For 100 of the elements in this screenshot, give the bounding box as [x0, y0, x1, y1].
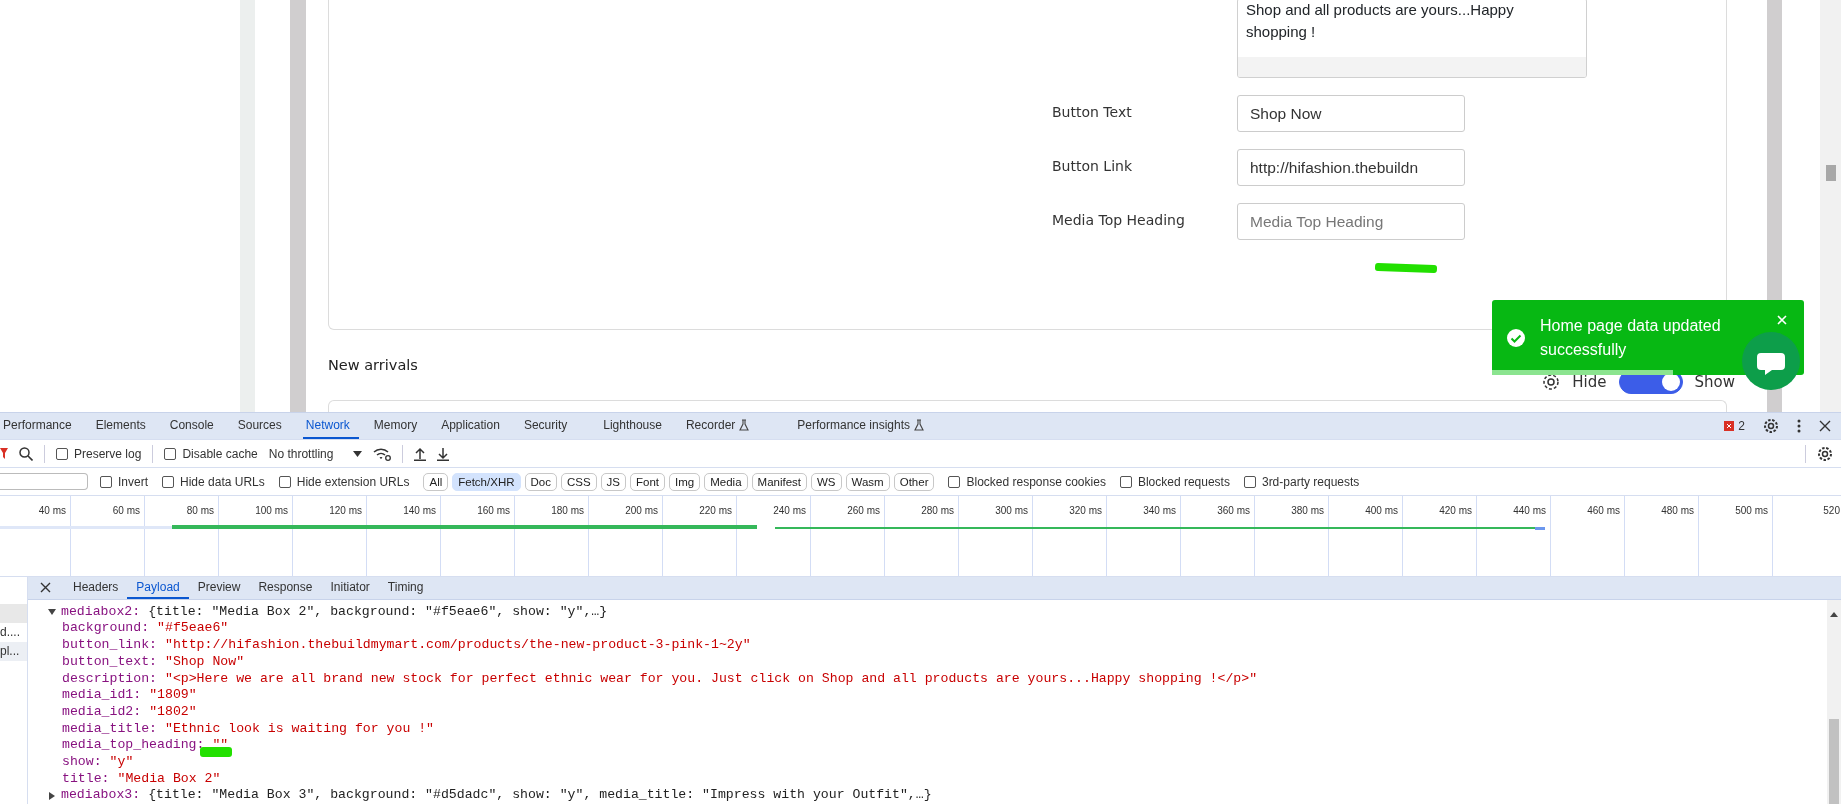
flask-icon[interactable]	[914, 419, 925, 431]
checkbox[interactable]: Invert	[100, 474, 148, 489]
type-filter-chip[interactable]: JS	[600, 472, 627, 491]
tick-label: 520	[1823, 505, 1840, 516]
type-filter-chip[interactable]: All	[423, 472, 449, 491]
checkbox[interactable]: Hide extension URLs	[278, 474, 410, 489]
checkbox[interactable]: Preserve log	[56, 446, 142, 461]
type-filter-chip[interactable]: Other	[893, 472, 935, 491]
type-filter-chip[interactable]: Media	[704, 472, 748, 491]
type-filter-chip[interactable]: Wasm	[845, 472, 890, 491]
request-row[interactable]: d....	[0, 623, 27, 642]
tick-label: 340 ms	[1143, 505, 1176, 516]
property-key: media_top_heading:	[62, 737, 205, 754]
text-field[interactable]: http://hifashion.thebuildn	[1237, 149, 1465, 186]
more-menu-icon[interactable]	[1797, 419, 1801, 433]
throttling-dropdown[interactable]: No throttling	[268, 446, 363, 461]
detail-tab[interactable]: Headers	[64, 577, 128, 599]
panel-tab[interactable]: Performance insights	[794, 413, 934, 439]
panel-tab[interactable]: Lighthouse	[600, 413, 671, 439]
checkbox[interactable]: Hide data URLs	[162, 474, 265, 489]
type-filter-chip[interactable]: CSS	[560, 472, 597, 491]
text-field[interactable]: Media Top Heading	[1237, 203, 1465, 240]
text-field[interactable]: Shop Now	[1237, 95, 1465, 132]
detail-tab[interactable]: Response	[249, 577, 322, 599]
type-filter-chip[interactable]: Manifest	[751, 472, 807, 491]
property-key: media_id1:	[62, 687, 142, 704]
expand-caret-icon[interactable]	[48, 791, 56, 800]
tick-label: 100 ms	[255, 505, 288, 516]
request-row[interactable]: pl...	[0, 642, 27, 661]
type-filter-chip[interactable]: WS	[811, 472, 842, 491]
toggle-label: Show	[1694, 373, 1735, 391]
field-label: Button Link	[1052, 157, 1133, 176]
panel-tab[interactable]: Security	[520, 413, 577, 439]
panel-tab[interactable]: Network	[302, 413, 359, 439]
network-conditions-icon[interactable]	[373, 446, 392, 461]
panel-tab[interactable]: Elements	[92, 413, 155, 439]
flask-icon[interactable]	[739, 419, 750, 431]
panel-tab[interactable]: Console	[166, 413, 223, 439]
description-field[interactable]: Shop and all products are yours...Happy shopping !	[1237, 0, 1587, 78]
settings-icon[interactable]	[1817, 445, 1833, 462]
check-circle-icon[interactable]	[1506, 327, 1526, 348]
panel-tab[interactable]: Memory	[370, 413, 427, 439]
settings-icon[interactable]	[1763, 418, 1779, 434]
property-value: "Shop Now"	[164, 653, 245, 671]
tick-label: 220 ms	[699, 505, 732, 516]
scrollbar[interactable]	[290, 0, 306, 412]
tick-label: 500 ms	[1735, 505, 1768, 516]
panel-tab[interactable]: Recorder	[682, 413, 759, 439]
tick-label: 120 ms	[329, 505, 362, 516]
detail-tab[interactable]: Preview	[188, 577, 250, 599]
scroll-up-icon[interactable]	[1830, 611, 1838, 617]
property-value: "1802"	[149, 703, 197, 721]
tick-label: 320 ms	[1069, 505, 1102, 516]
detail-tab[interactable]: Initiator	[321, 577, 379, 599]
filter-field[interactable]	[0, 473, 88, 490]
toggle-label: Hide	[1572, 373, 1607, 391]
download-icon[interactable]	[437, 446, 450, 461]
property-value: "#f5eae6"	[157, 620, 229, 638]
tick-label: 300 ms	[995, 505, 1028, 516]
field-label: Media Top Heading	[1052, 211, 1186, 230]
search-icon[interactable]	[19, 446, 33, 461]
checkbox[interactable]: Blocked requests	[1119, 474, 1230, 489]
type-filter-chip[interactable]: Fetch/XHR	[452, 472, 521, 491]
toast-message: Home page data updated successfully	[1540, 315, 1722, 360]
checkbox[interactable]: 3rd-party requests	[1243, 474, 1360, 489]
tick-label: 200 ms	[625, 505, 658, 516]
scrollbar[interactable]	[1827, 599, 1841, 804]
property-value: "http://hifashion.thebuildmymart.com/products/the-new-product-3-pink-1~2y"	[164, 637, 751, 654]
checkbox[interactable]: Blocked response cookies	[948, 474, 1106, 489]
scrollbar[interactable]	[1820, 0, 1841, 412]
property-value: "1809"	[149, 687, 197, 704]
caret-icon[interactable]	[353, 450, 363, 457]
highlight-mark	[200, 746, 232, 757]
upload-icon[interactable]	[414, 446, 427, 461]
checkbox[interactable]: Disable cache	[164, 446, 258, 461]
tick-label: 460 ms	[1587, 505, 1620, 516]
panel-tab[interactable]: Application	[438, 413, 509, 439]
property-key: button_text:	[62, 653, 157, 671]
detail-tab[interactable]: Payload	[127, 577, 189, 599]
close-icon[interactable]	[1819, 420, 1831, 432]
tick-label: 40 ms	[38, 505, 66, 516]
tick-label: 140 ms	[403, 505, 436, 516]
property-key: description:	[62, 670, 157, 688]
property-key: media_id2:	[62, 703, 142, 721]
panel-tab[interactable]: Performance	[0, 413, 81, 439]
property-value: "Ethnic look is waiting for you !"	[164, 720, 435, 738]
gear-icon[interactable]	[1542, 373, 1561, 391]
type-filter-chip[interactable]: Doc	[524, 472, 557, 491]
close-icon[interactable]	[40, 582, 51, 594]
chat-bubble-icon[interactable]	[1742, 332, 1800, 390]
object-summary: {title: "Media Box 2", background: "#f5eae6", show: "y",…}	[148, 603, 608, 621]
detail-tab[interactable]: Timing	[378, 577, 433, 599]
type-filter-chip[interactable]: Font	[630, 472, 666, 491]
property-value: "y"	[109, 753, 134, 771]
type-filter-chip[interactable]: Img	[669, 472, 701, 491]
panel-tab[interactable]: Sources	[234, 413, 291, 439]
expand-caret-icon[interactable]	[48, 608, 56, 617]
issues-badge[interactable]: 2	[1724, 419, 1745, 433]
filter-icon[interactable]	[0, 448, 8, 459]
field-label: Button Text	[1052, 103, 1133, 122]
